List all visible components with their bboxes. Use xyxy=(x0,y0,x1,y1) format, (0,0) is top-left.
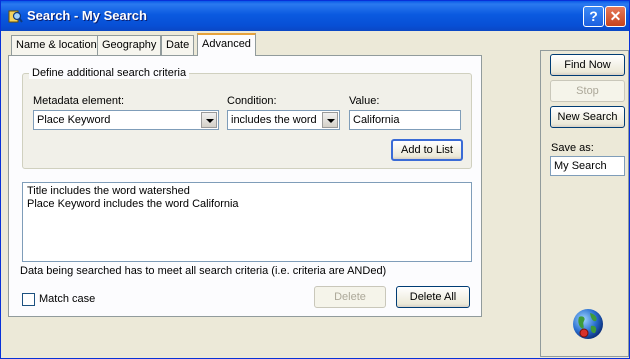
save-as-label: Save as: xyxy=(551,142,594,154)
chevron-down-icon[interactable] xyxy=(201,112,217,128)
tab-advanced[interactable]: Advanced xyxy=(197,33,256,56)
value-input[interactable]: California xyxy=(349,110,461,130)
match-case-label[interactable]: Match case xyxy=(39,293,95,305)
list-item[interactable]: Place Keyword includes the word Californ… xyxy=(27,198,467,211)
close-button[interactable]: ✕ xyxy=(605,6,626,27)
tab-date[interactable]: Date xyxy=(161,35,195,55)
criteria-list[interactable]: Title includes the word watershed Place … xyxy=(22,182,472,262)
condition-label: Condition: xyxy=(227,95,277,107)
search-window: Search - My Search ? ✕ Name & location G… xyxy=(0,0,630,359)
find-now-button[interactable]: Find Now xyxy=(550,54,625,76)
tab-name-location[interactable]: Name & location xyxy=(11,35,102,55)
match-case-checkbox[interactable] xyxy=(22,293,35,306)
new-search-button[interactable]: New Search xyxy=(550,106,625,128)
advanced-tab-panel: Define additional search criteria Metada… xyxy=(8,55,482,317)
delete-all-button[interactable]: Delete All xyxy=(396,286,470,308)
metadata-element-select[interactable]: Place Keyword xyxy=(33,110,219,130)
condition-value: includes the word xyxy=(231,114,317,126)
help-button[interactable]: ? xyxy=(583,6,604,27)
condition-select[interactable]: includes the word xyxy=(227,110,340,130)
criteria-group-title: Define additional search criteria xyxy=(29,67,190,79)
value-label: Value: xyxy=(349,95,380,107)
search-app-icon xyxy=(8,10,23,23)
tab-geography[interactable]: Geography xyxy=(97,35,162,55)
metadata-element-label: Metadata element: xyxy=(33,95,125,107)
globe-icon xyxy=(573,309,603,339)
metadata-element-value: Place Keyword xyxy=(37,114,111,126)
title-bar[interactable]: Search - My Search ? ✕ xyxy=(1,1,629,31)
chevron-down-icon[interactable] xyxy=(322,112,338,128)
window-title: Search - My Search xyxy=(27,8,147,23)
list-item[interactable]: Title includes the word watershed xyxy=(27,185,467,198)
and-criteria-note: Data being searched has to meet all sear… xyxy=(20,265,387,277)
save-as-input[interactable]: My Search xyxy=(550,156,625,176)
action-panel: Find Now Stop New Search Save as: My Sea… xyxy=(540,50,629,357)
criteria-groupbox: Define additional search criteria Metada… xyxy=(22,67,472,169)
delete-button[interactable]: Delete xyxy=(314,286,386,308)
close-icon: ✕ xyxy=(609,8,622,24)
stop-button[interactable]: Stop xyxy=(550,80,625,102)
add-to-list-button[interactable]: Add to List xyxy=(391,139,463,161)
